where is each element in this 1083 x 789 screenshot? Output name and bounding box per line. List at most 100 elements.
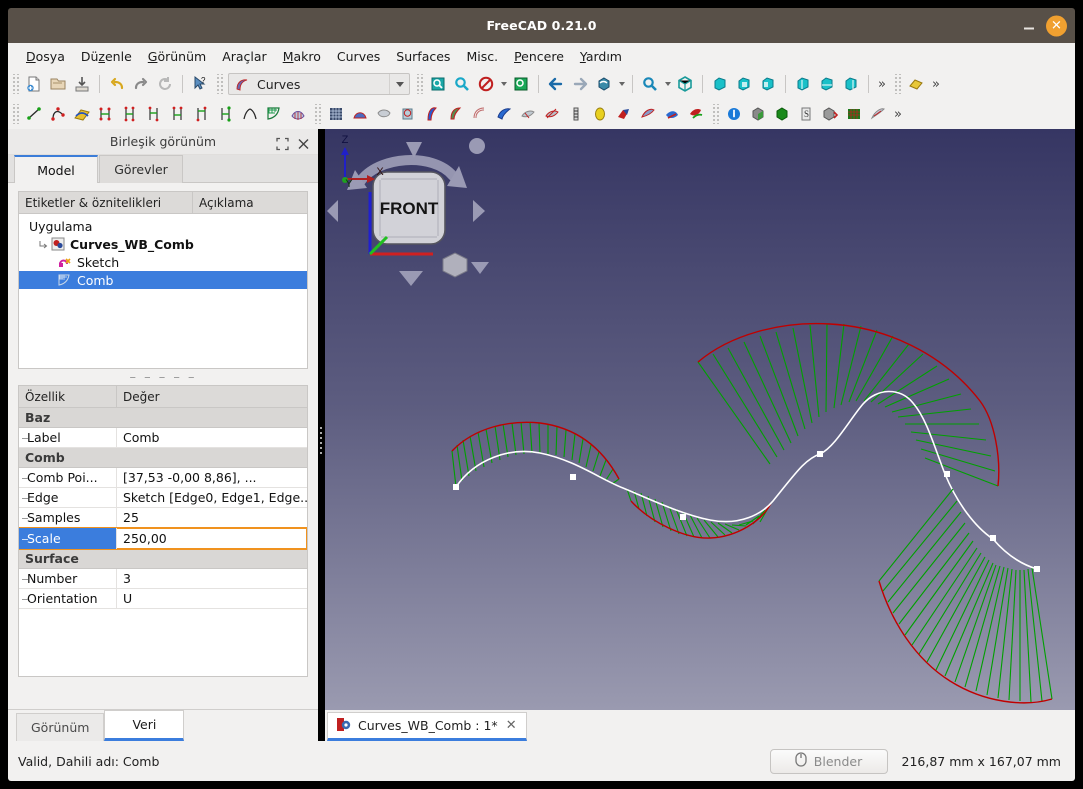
- toolbar-grip[interactable]: [711, 104, 719, 124]
- toolbar-grip[interactable]: [215, 74, 223, 94]
- save-document-icon[interactable]: [70, 72, 94, 96]
- draw-style-icon[interactable]: [474, 72, 498, 96]
- property-value[interactable]: 25: [117, 508, 307, 527]
- green-box-icon[interactable]: [770, 102, 794, 126]
- draw-style-dropdown[interactable]: [498, 72, 509, 96]
- property-row-samples[interactable]: Samples 25: [19, 508, 307, 528]
- property-row-edge[interactable]: Edge Sketch [Edge0, Edge1, Edge...: [19, 488, 307, 508]
- measure-icon[interactable]: [904, 72, 928, 96]
- 3d-viewport[interactable]: FRONT Z X Y: [325, 129, 1075, 710]
- document-tab-close-icon[interactable]: ✕: [505, 718, 518, 733]
- pipeshell-icon[interactable]: [468, 102, 492, 126]
- isocurve-icon[interactable]: [324, 102, 348, 126]
- front-view-icon[interactable]: [708, 72, 732, 96]
- top-view-icon[interactable]: [732, 72, 756, 96]
- bspline-icon[interactable]: [46, 102, 70, 126]
- property-row-number[interactable]: Number 3: [19, 569, 307, 589]
- isometric-dropdown[interactable]: [616, 72, 627, 96]
- info-icon[interactable]: [722, 102, 746, 126]
- property-value[interactable]: 3: [117, 569, 307, 588]
- rear-view-icon[interactable]: [791, 72, 815, 96]
- right-view-icon[interactable]: [756, 72, 780, 96]
- toolbar-overflow-button[interactable]: »: [874, 72, 890, 96]
- view-fit-icon[interactable]: [673, 72, 697, 96]
- undo-icon[interactable]: [105, 72, 129, 96]
- open-document-icon[interactable]: [46, 72, 70, 96]
- expand-arrow-icon[interactable]: [37, 239, 50, 250]
- solid-icon[interactable]: [588, 102, 612, 126]
- curve-on-surface-icon[interactable]: [612, 102, 636, 126]
- interpolate-icon[interactable]: [190, 102, 214, 126]
- chevron-down-icon[interactable]: [389, 74, 409, 94]
- tree-item-application[interactable]: Uygulama: [19, 217, 307, 235]
- blend-curve-icon[interactable]: [238, 102, 262, 126]
- parametric-blend-icon[interactable]: [214, 102, 238, 126]
- menu-curves[interactable]: Curves: [329, 46, 388, 67]
- menu-yardim[interactable]: Yardım: [572, 46, 630, 67]
- discretize-icon[interactable]: [142, 102, 166, 126]
- redo-icon[interactable]: [129, 72, 153, 96]
- comb-plot-icon[interactable]: [262, 102, 286, 126]
- toolbar-grip[interactable]: [313, 104, 321, 124]
- workbench-selector[interactable]: Curves: [228, 73, 410, 95]
- property-value-scale-input[interactable]: 250,00: [117, 528, 307, 549]
- line-icon[interactable]: [22, 102, 46, 126]
- property-value[interactable]: U: [117, 589, 307, 608]
- adjacent-faces-icon[interactable]: [866, 102, 890, 126]
- tree-item-comb[interactable]: Comb: [19, 271, 307, 289]
- tab-gorevler[interactable]: Görevler: [99, 155, 183, 183]
- ruled-surface-icon[interactable]: [444, 102, 468, 126]
- split-curve-icon[interactable]: [118, 102, 142, 126]
- left-view-icon[interactable]: [839, 72, 863, 96]
- property-row-label[interactable]: Label Comb: [19, 428, 307, 448]
- toolbar-overflow-button-2[interactable]: »: [928, 72, 944, 96]
- mirror-icon[interactable]: [818, 102, 842, 126]
- panel-splitter[interactable]: – – – – –: [8, 369, 318, 385]
- toolbar-grip[interactable]: [11, 104, 19, 124]
- menu-dosya[interactable]: Dosya: [18, 46, 73, 67]
- editable-spline-icon[interactable]: [70, 102, 94, 126]
- extract-icon[interactable]: [684, 102, 708, 126]
- menu-surfaces[interactable]: Surfaces: [388, 46, 458, 67]
- gordon-surface-icon[interactable]: [372, 102, 396, 126]
- menu-misc[interactable]: Misc.: [458, 46, 506, 67]
- toolbar-grip[interactable]: [11, 74, 19, 94]
- sweep-surface-icon[interactable]: [396, 102, 420, 126]
- join-curve-icon[interactable]: [94, 102, 118, 126]
- trim-face-icon[interactable]: [636, 102, 660, 126]
- flatten-face-icon[interactable]: [540, 102, 564, 126]
- menu-makro[interactable]: Makro: [275, 46, 329, 67]
- expand-icon[interactable]: [276, 135, 289, 150]
- loft-icon[interactable]: [420, 102, 444, 126]
- tab-model[interactable]: Model: [14, 155, 98, 183]
- property-value[interactable]: Comb: [117, 428, 307, 447]
- reflect-lines-icon[interactable]: [660, 102, 684, 126]
- tree-item-document[interactable]: Curves_WB_Comb: [19, 235, 307, 253]
- fit-selection-icon[interactable]: [450, 72, 474, 96]
- close-icon[interactable]: [297, 135, 310, 149]
- navigation-style-button[interactable]: Blender: [769, 748, 888, 774]
- menu-araclar[interactable]: Araçlar: [214, 46, 275, 67]
- minimize-button[interactable]: [1022, 19, 1036, 33]
- sketch-surface-icon[interactable]: [348, 102, 372, 126]
- toolbar-overflow-button-3[interactable]: »: [890, 102, 906, 126]
- isometric-icon[interactable]: [592, 72, 616, 96]
- zoom-dropdown[interactable]: [662, 72, 673, 96]
- menu-gorunum[interactable]: Görünüm: [140, 46, 214, 67]
- menu-pencere[interactable]: Pencere: [506, 46, 572, 67]
- grid-icon[interactable]: [842, 102, 866, 126]
- whats-this-icon[interactable]: ?: [188, 72, 212, 96]
- new-document-icon[interactable]: [22, 72, 46, 96]
- refresh-icon[interactable]: [153, 72, 177, 96]
- sublink-icon[interactable]: [516, 102, 540, 126]
- profile-support-icon[interactable]: [492, 102, 516, 126]
- forward-view-icon[interactable]: [568, 72, 592, 96]
- segment-surface-icon[interactable]: [564, 102, 588, 126]
- approximate-icon[interactable]: [166, 102, 190, 126]
- panel-resize-handle[interactable]: [318, 420, 323, 460]
- property-value[interactable]: [37,53 -0,00 8,86], ...: [117, 468, 307, 487]
- axonometric-icon[interactable]: [509, 72, 533, 96]
- property-row-comb-points[interactable]: Comb Poi... [37,53 -0,00 8,86], ...: [19, 468, 307, 488]
- clipboard-icon[interactable]: S: [794, 102, 818, 126]
- zebra-icon[interactable]: [286, 102, 310, 126]
